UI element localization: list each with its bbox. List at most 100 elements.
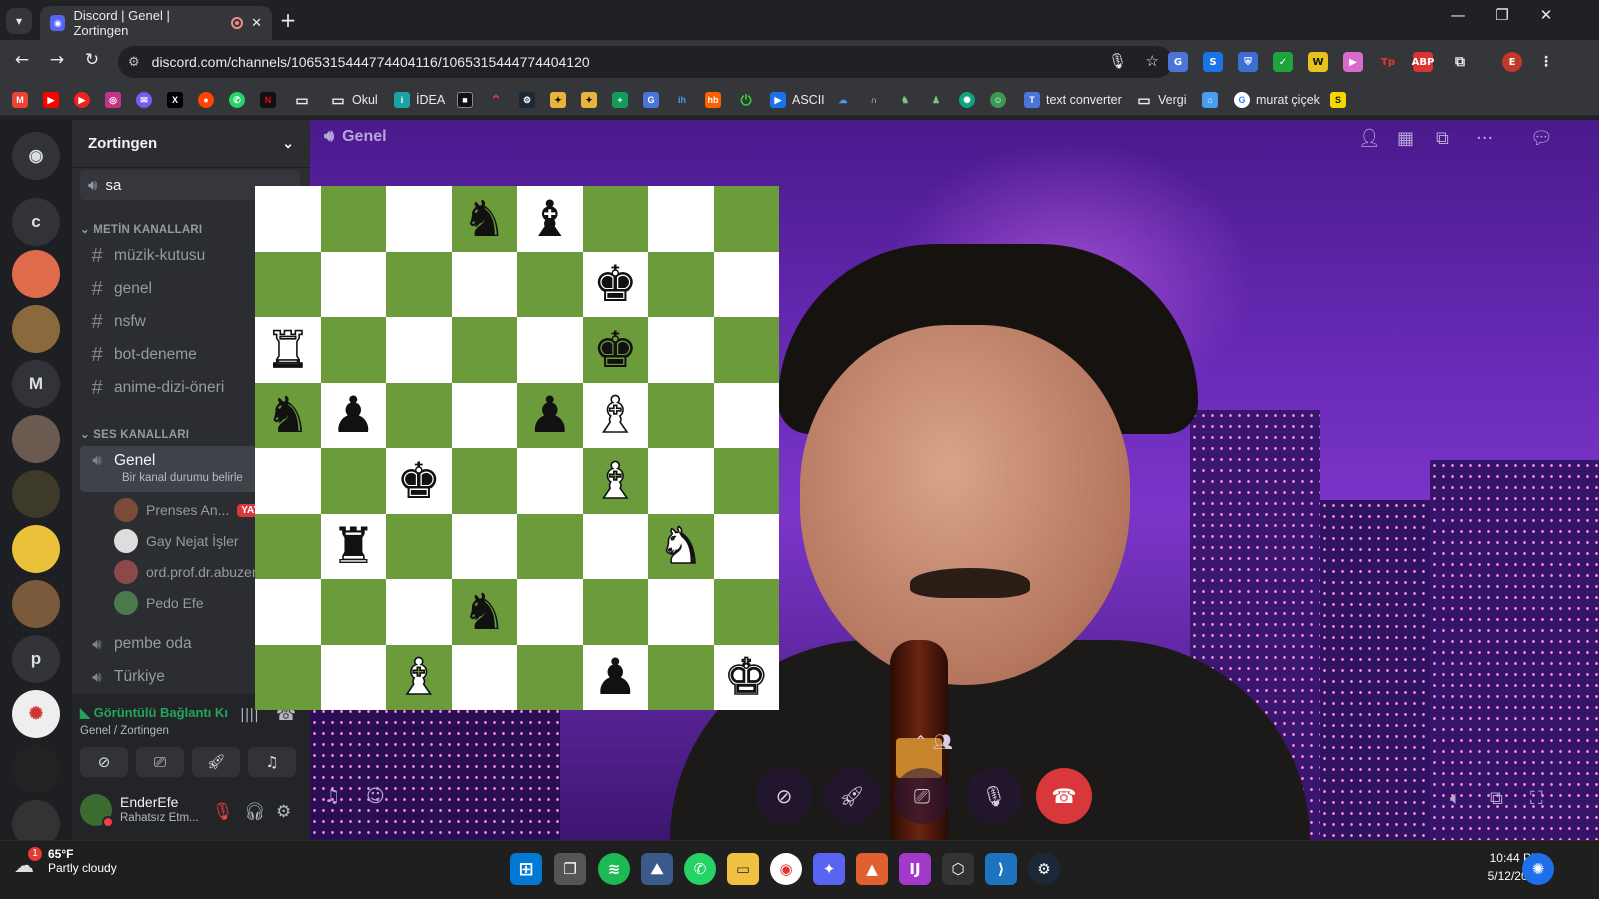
bookmark-vergi[interactable]: ▭ Vergi xyxy=(1136,91,1186,109)
popout-window-icon[interactable]: ⧉ xyxy=(1490,788,1503,809)
end-call-button[interactable]: ☎ xyxy=(1036,768,1092,824)
headphones-bookmark[interactable]: ∩ xyxy=(866,91,882,109)
screen-share-button[interactable]: ⎚ xyxy=(136,747,184,777)
server-avatar-6[interactable] xyxy=(12,580,60,628)
activities-button[interactable]: 🚀︎ xyxy=(192,747,240,777)
house-bookmark[interactable]: ⌂ xyxy=(1202,91,1218,109)
server-p[interactable]: p xyxy=(12,635,60,683)
folder-bookmark[interactable]: ▭ xyxy=(294,91,310,109)
category-text-channels[interactable]: ⌄ METİN KANALLARI xyxy=(80,222,202,236)
music-bookmark[interactable]: ▶ xyxy=(74,91,90,109)
instagram-bookmark[interactable]: ◎ xyxy=(105,91,121,109)
server-avatar-5[interactable] xyxy=(12,525,60,573)
camera-off-button[interactable]: ⊘ xyxy=(80,747,128,777)
chrome-menu-icon[interactable]: ⋮ xyxy=(1536,52,1556,72)
new-tab-button[interactable]: + xyxy=(276,8,300,32)
screen-share-call-button[interactable]: ⎚ xyxy=(894,768,950,824)
whatsapp-icon[interactable]: ✆ xyxy=(684,853,716,885)
server-avatar-8[interactable] xyxy=(12,745,60,793)
steam-icon[interactable]: ⚙ xyxy=(1028,853,1060,885)
bookmark-idea[interactable]: i İDEA xyxy=(394,91,445,109)
server-avatar-1[interactable] xyxy=(12,250,60,298)
ih-bookmark[interactable]: ih xyxy=(674,91,690,109)
fullscreen-icon[interactable]: ⛶ xyxy=(1530,788,1543,809)
invite-user-icon[interactable]: 👤︎ xyxy=(1358,128,1381,149)
player-extension-icon[interactable]: ▶ xyxy=(1343,52,1363,72)
figure-bookmark-2[interactable]: ♟ xyxy=(928,91,944,109)
bookmark-murat[interactable]: Gmurat çiçek xyxy=(1234,91,1320,109)
cloud-bookmark[interactable]: ☁ xyxy=(835,91,851,109)
voice-user[interactable]: Gay Nejat İşler xyxy=(114,527,239,555)
power-bookmark[interactable]: ⏻ xyxy=(738,91,754,109)
unity-icon[interactable]: ⬡ xyxy=(942,853,974,885)
site-settings-icon[interactable]: ⚙ xyxy=(128,54,140,70)
photos-icon[interactable]: ⛰ xyxy=(641,853,673,885)
close-window-button[interactable]: ✕ xyxy=(1526,6,1566,24)
figure-bookmark-1[interactable]: ♞ xyxy=(897,91,913,109)
weather-widget[interactable]: ☁ 1 65°F Partly cloudy xyxy=(14,847,117,877)
bookmark-square[interactable]: ■ xyxy=(457,91,473,109)
camera-off-call-button[interactable]: ⊘ xyxy=(756,768,812,824)
tab-search-icon[interactable]: ▾ xyxy=(6,8,32,34)
grid-layout-icon[interactable]: ▦ xyxy=(1397,128,1414,149)
mute-call-button[interactable]: 🎙︎ xyxy=(966,768,1022,824)
address-bar[interactable]: ⚙ discord.com/channels/10653154447744041… xyxy=(118,46,1173,78)
reload-button[interactable]: ↻ xyxy=(80,50,104,70)
riot-icon[interactable]: ✦ xyxy=(813,853,845,885)
reddit-bookmark[interactable]: ● xyxy=(198,91,214,109)
chrome-icon[interactable]: ◉ xyxy=(770,853,802,885)
volume-icon[interactable]: 🔈︎ xyxy=(1450,788,1461,809)
shield-extension-icon[interactable]: ⛨ xyxy=(1238,52,1258,72)
restore-window-button[interactable]: ❐ xyxy=(1482,6,1522,24)
bookmark-okul[interactable]: ▭ Okul xyxy=(330,91,377,109)
chat-bubble-icon[interactable]: 💬︎ xyxy=(1530,128,1553,149)
discord-home-icon[interactable]: ◉ xyxy=(12,132,60,180)
chatgpt-bookmark[interactable]: ✺ xyxy=(959,91,975,109)
activities-call-button[interactable]: 🚀︎ xyxy=(824,768,880,824)
file-explorer-icon[interactable]: ▭ xyxy=(727,853,759,885)
voice-user[interactable]: Prenses An... YAY xyxy=(114,496,265,524)
adblock-extension-icon[interactable]: ABP xyxy=(1412,52,1434,72)
profile-avatar[interactable]: E xyxy=(1502,52,1522,72)
soundboard-button[interactable]: ♫ xyxy=(248,747,296,777)
microphone-muted-icon[interactable]: 🎙︎ xyxy=(212,802,234,822)
server-avatar-7[interactable]: ✺ xyxy=(12,690,60,738)
s-bookmark[interactable]: S xyxy=(1330,91,1346,109)
hb-bookmark[interactable]: hb xyxy=(705,91,721,109)
translate-extension-icon[interactable]: G xyxy=(1168,52,1188,72)
server-avatar-4[interactable] xyxy=(12,470,60,518)
sheets-bookmark[interactable]: + xyxy=(612,91,628,109)
spotify-icon[interactable]: ≋ xyxy=(598,853,630,885)
task-view-icon[interactable]: ❐ xyxy=(554,853,586,885)
whatsapp-bookmark[interactable]: ✆ xyxy=(229,91,245,109)
settings-gear-icon[interactable]: ⚙ xyxy=(276,802,291,822)
bookmark-star-icon[interactable]: ☆ xyxy=(1146,52,1159,70)
matlab-icon[interactable]: ▲ xyxy=(856,853,888,885)
emoji-icon[interactable]: ☺ xyxy=(366,786,385,807)
netflix-bookmark[interactable]: N xyxy=(260,91,276,109)
server-avatar-3[interactable] xyxy=(12,415,60,463)
headphones-icon[interactable]: 🎧︎ xyxy=(244,802,266,822)
bookmark-ascii[interactable]: ▶ ASCII xyxy=(770,91,825,109)
check-extension-icon[interactable]: ✓ xyxy=(1273,52,1293,72)
vscode-icon[interactable]: ⟩ xyxy=(985,853,1017,885)
wm-extension-icon[interactable]: W xyxy=(1308,52,1328,72)
server-avatar-2[interactable] xyxy=(12,305,60,353)
tp-extension-icon[interactable]: Tp xyxy=(1378,52,1398,72)
steam-bookmark[interactable]: ⚙ xyxy=(519,91,535,109)
forward-button[interactable]: → xyxy=(45,50,69,70)
server-c[interactable]: c xyxy=(12,198,60,246)
voice-connection-status[interactable]: ◣ Görüntülü Bağlantı Kı xyxy=(80,705,228,721)
server-m[interactable]: M xyxy=(12,360,60,408)
game-bookmark-2[interactable]: ✦ xyxy=(581,91,597,109)
x-bookmark[interactable]: X xyxy=(167,91,183,109)
username[interactable]: EnderEfe xyxy=(120,794,178,810)
back-button[interactable]: ← xyxy=(10,50,34,70)
voice-user[interactable]: ord.prof.dr.abuzerk xyxy=(114,558,264,586)
game-bookmark-1[interactable]: ✦ xyxy=(550,91,566,109)
messenger-bookmark[interactable]: ✉ xyxy=(136,91,152,109)
intellij-icon[interactable]: IJ xyxy=(899,853,931,885)
soundboard-icon[interactable]: ♫ xyxy=(324,786,340,807)
bookmark-caret[interactable]: ⌃ xyxy=(488,91,504,109)
youtube-bookmark[interactable]: ▶ xyxy=(43,91,59,109)
